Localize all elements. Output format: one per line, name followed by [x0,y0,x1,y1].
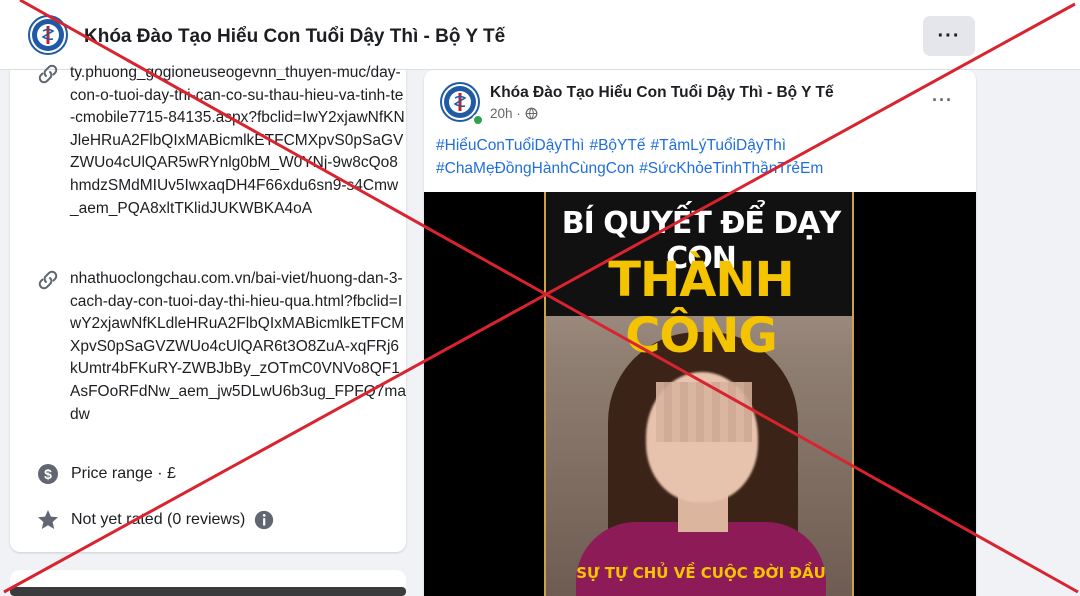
rating-text: Not yet rated (0 reviews) [71,511,246,528]
hashtag-link[interactable]: #HiểuConTuổiDậyThì [436,137,584,154]
intro-link-2[interactable]: nhathuoclongchau.com.vn/bai-viet/huong-d… [70,268,406,426]
link-icon [38,270,58,290]
intro-link-1[interactable]: ty.phuong_gogioneuseogevnn_thuyen-muc/da… [70,62,406,220]
info-icon[interactable] [253,509,275,531]
page-title[interactable]: Khóa Đào Tạo Hiểu Con Tuổi Dậy Thì - Bộ … [84,26,505,48]
video-frame: BÍ QUYẾT ĐỂ DẠY CON THÀNH CÔNG SỰ TỰ CHỦ… [544,192,854,596]
screenshot-root: Khóa Đào Tạo Hiểu Con Tuổi Dậy Thì - Bộ … [0,0,1080,596]
ministry-of-health-logo[interactable] [28,15,68,55]
hashtag-link[interactable]: #TâmLýTuổiDậyThì [650,137,786,154]
post-author[interactable]: Khóa Đào Tạo Hiểu Con Tuổi Dậy Thì - Bộ … [490,84,834,102]
next-card-strip [10,587,406,596]
dollar-icon: $ [38,464,58,484]
video-caption: SỰ TỰ CHỦ VỀ CUỘC ĐỜI ĐẦU [576,564,826,582]
more-icon: ··· [937,24,961,47]
person-body [576,522,826,596]
hashtag-link[interactable]: #SứcKhỏeTinhThầnTrẻEm [639,160,823,177]
more-options-button[interactable]: ··· [923,16,975,56]
link-icon [38,64,58,84]
price-range-text: Price range · £ [71,465,176,482]
star-icon [38,510,58,529]
post-card: Khóa Đào Tạo Hiểu Con Tuổi Dậy Thì - Bộ … [424,70,976,596]
video-title-banner: BÍ QUYẾT ĐỂ DẠY CON THÀNH CÔNG [546,192,852,364]
online-status-dot [472,114,484,126]
face-blur [656,382,752,442]
video-headline-main: THÀNH CÔNG [608,252,794,364]
post-video[interactable]: BÍ QUYẾT ĐỂ DẠY CON THÀNH CÔNG SỰ TỰ CHỦ… [424,192,976,596]
post-hashtags: #HiểuConTuổiDậyThì #BộYTế #TâmLýTuổiDậyThì… [436,134,966,180]
post-more-button[interactable]: ··· [932,90,953,111]
hashtag-link[interactable]: #ChaMẹĐồngHànhCùngCon [436,160,634,177]
page-header: Khóa Đào Tạo Hiểu Con Tuổi Dậy Thì - Bộ … [0,0,1080,70]
intro-link-row-1[interactable]: ty.phuong_gogioneuseogevnn_thuyen-muc/da… [36,62,406,220]
intro-card: ty.phuong_gogioneuseogevnn_thuyen-muc/da… [10,64,406,552]
next-card [10,570,406,596]
intro-link-row-2[interactable]: nhathuoclongchau.com.vn/bai-viet/huong-d… [36,268,406,426]
globe-icon [525,107,538,120]
rating-row: Not yet rated (0 reviews) [36,508,275,532]
svg-text:$: $ [44,466,52,482]
hashtag-link[interactable]: #BộYTế [589,137,645,154]
post-time[interactable]: 20h · [490,106,521,121]
price-range-row: $ Price range · £ [36,462,176,486]
post-meta: 20h · [490,106,538,121]
